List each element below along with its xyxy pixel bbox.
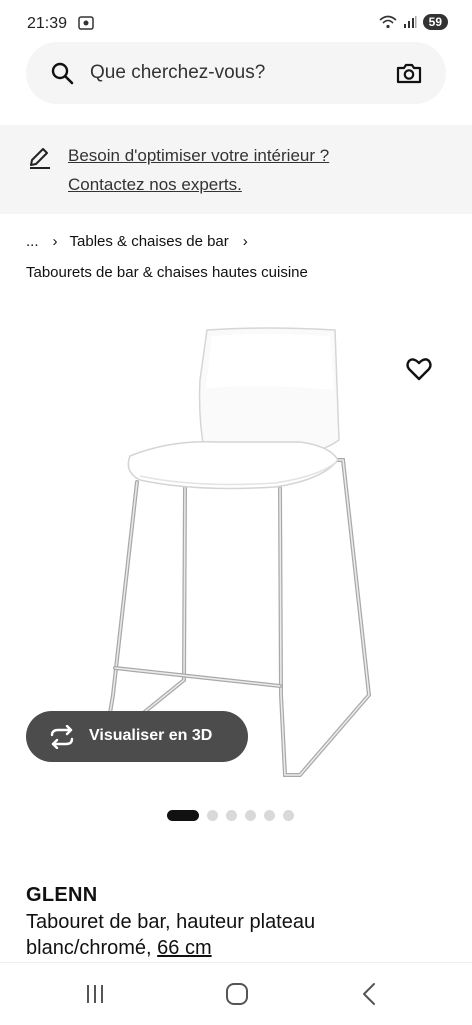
breadcrumb-item-tables-chaises-bar[interactable]: Tables & chaises de bar	[70, 233, 229, 250]
breadcrumb-ellipsis[interactable]: ...	[26, 233, 39, 250]
back-icon[interactable]	[355, 981, 385, 1007]
status-icons: 59	[379, 14, 448, 30]
search-icon[interactable]	[50, 61, 74, 85]
breadcrumb-current[interactable]: Tabourets de bar & chaises hautes cuisin…	[26, 264, 308, 281]
search-input[interactable]	[90, 58, 380, 88]
product-name: GLENN	[26, 884, 98, 906]
carousel-dot-4[interactable]	[245, 810, 256, 821]
home-icon[interactable]	[222, 981, 252, 1007]
recent-apps-icon[interactable]	[80, 981, 110, 1007]
status-bar: 21:39 59	[0, 0, 472, 46]
battery-icon: 59	[422, 14, 448, 30]
camera-icon[interactable]	[396, 61, 422, 85]
search-bar[interactable]	[26, 42, 446, 104]
carousel-indicator	[167, 810, 294, 821]
rotate-3d-icon	[50, 725, 74, 749]
banner-link-line2[interactable]: Contactez nos experts.	[68, 175, 242, 195]
visualize-3d-label: Visualiser en 3D	[89, 727, 213, 744]
chevron-right-icon: ›	[52, 233, 58, 250]
chevron-right-icon: ›	[242, 233, 248, 250]
visualize-3d-button[interactable]: Visualiser en 3D	[26, 711, 248, 762]
carousel-dot-2[interactable]	[207, 810, 218, 821]
banner-link-line1[interactable]: Besoin d'optimiser votre intérieur ?	[68, 146, 329, 166]
product-variant: blanc/chromé, 66 cm	[26, 937, 212, 960]
system-nav-bar	[0, 962, 472, 1025]
experts-banner[interactable]	[0, 125, 472, 214]
signal-icon	[403, 16, 417, 28]
carousel-dot-3[interactable]	[226, 810, 237, 821]
pencil-icon	[30, 148, 50, 169]
wifi-icon	[379, 15, 397, 29]
product-description: Tabouret de bar, hauteur plateau	[26, 911, 316, 933]
breadcrumb: ... › Tables & chaises de bar ›	[26, 233, 260, 250]
heart-icon[interactable]	[405, 355, 433, 383]
product-color: blanc/chromé,	[26, 937, 158, 959]
carousel-dot-6[interactable]	[283, 810, 294, 821]
carousel-dot-1[interactable]	[167, 810, 199, 821]
screen-record-icon	[78, 16, 94, 30]
status-time: 21:39	[27, 15, 68, 32]
carousel-dot-5[interactable]	[264, 810, 275, 821]
product-size-link[interactable]: 66 cm	[157, 937, 211, 959]
